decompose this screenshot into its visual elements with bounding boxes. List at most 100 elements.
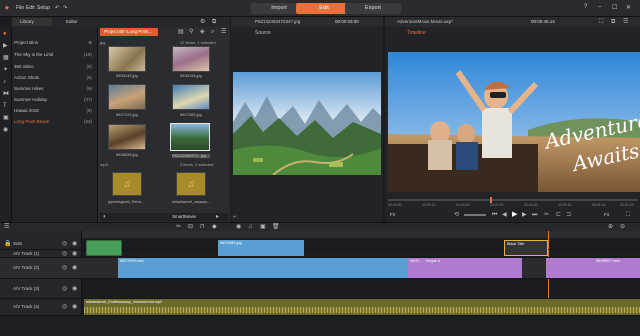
settings-icon[interactable]: ⚙ [200,19,205,25]
mode-export-button[interactable]: Export [345,3,401,14]
trim-icon[interactable]: ⊟ [188,224,193,230]
preview-fullscreen-icon[interactable]: ⛶ [626,212,630,218]
browser-tab[interactable]: Project Bin Long Point... [100,28,158,36]
transition-icon[interactable]: ⧓ [3,91,9,97]
timeline-clip[interactable]: IMG6997.mov [546,258,640,278]
skip-start-icon[interactable]: ⏮ [492,212,497,218]
redo-icon[interactable]: ↷ [63,5,67,11]
library-icon[interactable]: ● [3,31,7,37]
media-thumbnail[interactable] [108,84,146,110]
media-thumbnail[interactable] [108,124,146,150]
preview-menu-icon[interactable]: ☰ [623,19,628,25]
media-thumbnail-selected[interactable] [170,123,210,151]
delete-icon[interactable]: 🗑 [272,224,280,230]
snapshot-icon[interactable]: ▣ [260,224,266,230]
search-icon[interactable]: ⌕ [211,29,214,35]
timeline-clip[interactable]: IMG1984.jpg [218,240,304,256]
track-audio-icon[interactable]: ◉ [72,251,77,257]
effects-icon[interactable]: ✦ [3,67,8,73]
music-file-icon[interactable]: ♫ [112,172,142,196]
title-icon[interactable]: T [3,103,7,109]
media-thumbnail[interactable] [108,46,146,72]
fullscreen-icon[interactable]: ⛶ [599,19,603,25]
montage-icon[interactable]: ▣ [3,115,9,121]
help-icon[interactable]: ? [584,4,587,10]
bin-project-bins[interactable]: Project Bins ⊕ [14,39,96,47]
undo-icon[interactable]: ↶ [55,5,59,11]
track-visibility-icon[interactable]: ◎ [62,251,67,257]
timeline-clip[interactable]: IMG7... - Segue A [408,258,522,278]
filter-icon[interactable]: ⚲ [189,29,193,35]
magnet-icon[interactable]: ⊓ [200,224,205,230]
track-visibility-icon[interactable]: ◎ [62,265,67,271]
mark-out-icon[interactable]: ⊐ [566,212,571,218]
tab-library[interactable]: Library [12,18,52,26]
detach-icon[interactable]: ⧉ [212,19,216,25]
track-audio-icon[interactable]: ◉ [72,265,77,271]
timeline-clip[interactable]: Black Title [504,240,548,256]
loop-icon[interactable]: ⟲ [454,212,459,218]
track-audio-icon[interactable]: ◉ [72,286,77,292]
lock-icon[interactable]: 🔒 [4,241,11,247]
marker-icon[interactable]: ◆ [212,224,217,230]
media-thumbnail[interactable] [172,46,210,72]
bin-item[interactable]: Action Shots (6) [14,74,96,82]
mute-icon[interactable]: ◉ [72,241,77,247]
track-visibility-icon[interactable]: ◎ [62,286,67,292]
voiceover-icon[interactable]: ◉ [236,224,241,230]
media-thumbnail[interactable] [172,84,210,110]
step-forward-icon[interactable]: ▶ [522,212,527,218]
close-icon[interactable]: ✕ [626,4,631,11]
bin-item[interactable]: Summer Holiday (37) [14,96,96,104]
audio-clip[interactable]: mikaelanoel_Endlessaway_instrumental.mp3 [84,299,640,315]
music-file-icon[interactable]: ♫ [176,172,206,196]
minimize-icon[interactable]: – [598,4,601,10]
crop-icon[interactable]: ⌐ [233,214,237,220]
step-back-icon[interactable]: ◀ [502,212,507,218]
fit-dropdown[interactable]: Fit [390,212,395,217]
detach-preview-icon[interactable]: ⧉ [611,19,615,25]
zoom-in-icon[interactable]: ⊕ [608,224,613,230]
view-icon[interactable]: ☰ [221,29,226,35]
track-visibility-icon[interactable]: ◎ [62,304,67,310]
timeline-clip[interactable]: IMG7009.mov [118,258,408,278]
menu-file[interactable]: File [16,5,24,11]
solo-icon[interactable]: ◎ [62,241,67,247]
bin-item-selected[interactable]: Long Point Beach (23) [14,118,96,126]
bin-item[interactable]: Hawaii 2018 (6) [14,107,96,115]
timeline-ruler[interactable] [82,231,640,238]
storyboard-icon[interactable]: ☰ [4,224,9,230]
mp3-group[interactable]: mp3 [100,162,108,167]
bin-item[interactable]: 360 video (5) [14,63,96,71]
folder-icon[interactable]: ▤ [178,29,184,35]
zoom-out-icon[interactable]: ◐ [103,214,107,220]
smartmovie-options-icon[interactable]: ▸ [216,214,219,220]
volume-slider[interactable] [464,214,486,216]
play-icon[interactable]: ▶ [512,211,517,218]
mode-edit-button[interactable]: Edit [296,3,352,14]
jpg-group[interactable]: jpg [100,40,105,45]
mark-in-icon[interactable]: ⊏ [556,212,561,218]
zoom-dropdown[interactable]: Fit [604,212,609,217]
scrub-bar[interactable] [388,199,638,201]
sound-icon[interactable]: ◉ [3,127,8,133]
music-icon[interactable]: ♪ [3,79,6,85]
track-audio-icon[interactable]: ◉ [72,304,77,310]
photo-icon[interactable]: ▦ [3,55,9,61]
smartmovie-button[interactable]: SmartMovie [172,214,196,219]
select-tool-icon[interactable]: ✂ [176,224,181,230]
split-icon[interactable]: ✂ [544,212,549,218]
add-bin-icon[interactable]: ⊕ [88,39,92,47]
menu-setup[interactable]: Setup [37,5,50,11]
tag-icon[interactable]: ◈ [200,29,205,35]
bin-item[interactable]: The Sky is the Limit (15) [14,51,96,59]
maximize-icon[interactable]: ☐ [612,4,617,11]
timeline-clip[interactable] [86,240,122,256]
menu-edit[interactable]: Edit [26,5,35,11]
audio-mixer-icon[interactable]: ♫ [248,224,253,230]
zoom-fit-icon[interactable]: ⊖ [620,224,625,230]
tab-editor[interactable]: Editor [58,18,78,26]
video-icon[interactable]: ▶ [3,43,8,49]
bin-item[interactable]: Summer Hikes (9) [14,85,96,93]
skip-end-icon[interactable]: ⏭ [532,212,537,218]
